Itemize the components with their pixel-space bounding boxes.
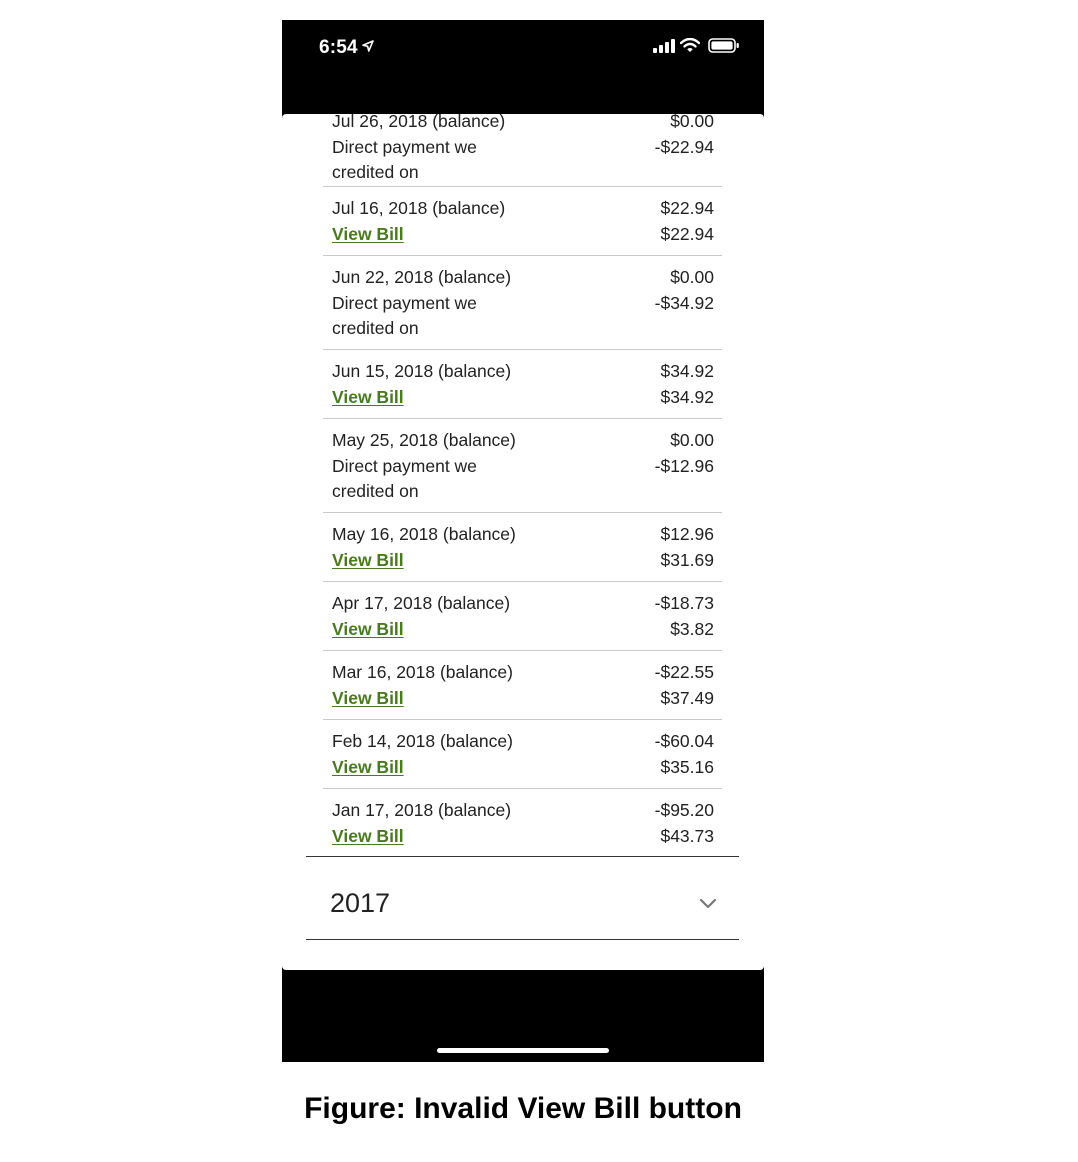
view-bill-link[interactable]: View Bill <box>332 222 562 248</box>
transaction-row: May 16, 2018 (balance) View Bill $12.96 … <box>323 513 722 582</box>
bill-amount: $43.73 <box>660 825 714 846</box>
home-indicator[interactable] <box>437 1048 609 1053</box>
transaction-amounts: $12.96 $31.69 <box>660 522 714 573</box>
view-bill-link[interactable]: View Bill <box>332 548 562 574</box>
bill-amount: $37.49 <box>660 687 714 708</box>
view-bill-link[interactable]: View Bill <box>332 755 562 781</box>
bill-amount: $22.94 <box>660 223 714 244</box>
balance-amount: $0.00 <box>670 430 714 450</box>
transaction-description: May 25, 2018 (balance) Direct payment we… <box>332 428 562 505</box>
transaction-date: Jan 17, 2018 (balance) <box>332 800 512 820</box>
transaction-note: Direct payment we <box>332 292 477 313</box>
transaction-description: Jun 22, 2018 (balance) Direct payment we… <box>332 265 562 342</box>
transaction-amounts: -$60.04 $35.16 <box>655 729 714 780</box>
transaction-amount: -$34.92 <box>654 292 714 313</box>
transaction-description: May 16, 2018 (balance) View Bill <box>332 522 562 573</box>
balance-amount: $0.00 <box>670 114 714 131</box>
signal-icon <box>653 39 675 58</box>
transaction-row: May 25, 2018 (balance) Direct payment we… <box>323 419 722 513</box>
transaction-note: Direct payment we <box>332 136 477 157</box>
balance-amount: -$22.55 <box>654 662 714 682</box>
bill-amount: $3.82 <box>670 618 714 639</box>
transaction-row: Jul 16, 2018 (balance) View Bill $22.94 … <box>323 187 722 256</box>
transaction-date: Jun 22, 2018 (balance) <box>332 267 512 287</box>
figure-caption: Figure: Invalid View Bill button <box>304 1092 742 1125</box>
transaction-note: credited on <box>332 318 419 338</box>
transaction-note: credited on <box>332 481 419 501</box>
transaction-description: Apr 17, 2018 (balance) View Bill <box>332 591 562 642</box>
transaction-date: Jul 16, 2018 (balance) <box>332 198 506 218</box>
transaction-note: Direct payment we <box>332 455 477 476</box>
transaction-amount: -$12.96 <box>654 455 714 476</box>
transaction-amounts: $22.94 $22.94 <box>660 196 714 247</box>
chevron-down-icon <box>699 896 717 914</box>
balance-amount: $12.96 <box>660 524 714 544</box>
transaction-row: Apr 17, 2018 (balance) View Bill -$18.73… <box>323 582 722 651</box>
transaction-row: Jun 15, 2018 (balance) View Bill $34.92 … <box>323 350 722 419</box>
bill-amount: $35.16 <box>660 756 714 777</box>
transaction-amounts: -$95.20 $43.73 <box>655 798 714 849</box>
view-bill-link[interactable]: View Bill <box>332 617 562 643</box>
transaction-date: Mar 16, 2018 (balance) <box>332 662 513 682</box>
balance-amount: -$18.73 <box>654 593 714 613</box>
transaction-description: Jan 17, 2018 (balance) View Bill <box>332 798 562 849</box>
transaction-description: Mar 16, 2018 (balance) View Bill <box>332 660 562 711</box>
transaction-amounts: $0.00 -$34.92 <box>655 265 714 316</box>
transaction-date: May 25, 2018 (balance) <box>332 430 516 450</box>
figure-page: 6:54 Jul 26, 2018 (balance) Direct payme… <box>0 0 1078 1162</box>
balance-amount: $34.92 <box>660 361 714 381</box>
status-bar: 6:54 <box>282 20 764 114</box>
transaction-date: Jul 26, 2018 (balance) <box>332 114 506 131</box>
transaction-date: Jun 15, 2018 (balance) <box>332 361 512 381</box>
balance-amount: $0.00 <box>670 267 714 287</box>
location-arrow-icon <box>362 36 374 58</box>
view-bill-link[interactable]: View Bill <box>332 824 562 850</box>
transaction-description: Feb 14, 2018 (balance) View Bill <box>332 729 562 780</box>
bill-amount: $34.92 <box>660 386 714 407</box>
transaction-amount: -$22.94 <box>654 136 714 157</box>
view-bill-link[interactable]: View Bill <box>332 686 562 712</box>
transaction-amounts: $0.00 -$12.96 <box>655 428 714 479</box>
transaction-row: Jan 17, 2018 (balance) View Bill -$95.20… <box>323 789 722 858</box>
status-time-text: 6:54 <box>319 37 358 58</box>
phone-screenshot: 6:54 Jul 26, 2018 (balance) Direct payme… <box>282 20 764 1062</box>
transaction-row: Mar 16, 2018 (balance) View Bill -$22.55… <box>323 651 722 720</box>
transaction-date: May 16, 2018 (balance) <box>332 524 516 544</box>
balance-amount: -$95.20 <box>654 800 714 820</box>
balance-amount: $22.94 <box>660 198 714 218</box>
battery-icon <box>708 38 740 58</box>
year-label: 2017 <box>330 888 391 918</box>
transaction-amounts: -$18.73 $3.82 <box>655 591 714 642</box>
wifi-icon <box>679 37 701 58</box>
transaction-date: Apr 17, 2018 (balance) <box>332 593 511 613</box>
transaction-description: Jul 16, 2018 (balance) View Bill <box>332 196 562 247</box>
transaction-amounts: -$22.55 $37.49 <box>655 660 714 711</box>
transaction-amounts: $0.00 -$22.94 <box>655 114 714 160</box>
transaction-description: Jul 26, 2018 (balance) Direct payment we… <box>332 114 562 186</box>
year-divider-bottom <box>306 939 739 940</box>
transaction-row: Feb 14, 2018 (balance) View Bill -$60.04… <box>323 720 722 789</box>
billing-history-sheet: Jul 26, 2018 (balance) Direct payment we… <box>282 114 764 970</box>
year-2017-accordion[interactable]: 2017 <box>306 858 739 939</box>
transaction-note: credited on <box>332 162 419 182</box>
bill-amount: $31.69 <box>660 549 714 570</box>
transaction-date: Feb 14, 2018 (balance) <box>332 731 513 751</box>
year-divider-top <box>306 856 739 857</box>
transaction-description: Jun 15, 2018 (balance) View Bill <box>332 359 562 410</box>
view-bill-link[interactable]: View Bill <box>332 385 562 411</box>
balance-amount: -$60.04 <box>654 731 714 751</box>
transaction-row: Jul 26, 2018 (balance) Direct payment we… <box>323 114 722 187</box>
transaction-row: Jun 22, 2018 (balance) Direct payment we… <box>323 256 722 350</box>
transaction-amounts: $34.92 $34.92 <box>660 359 714 410</box>
status-time: 6:54 <box>319 36 374 59</box>
transaction-list: Jul 26, 2018 (balance) Direct payment we… <box>323 114 722 858</box>
